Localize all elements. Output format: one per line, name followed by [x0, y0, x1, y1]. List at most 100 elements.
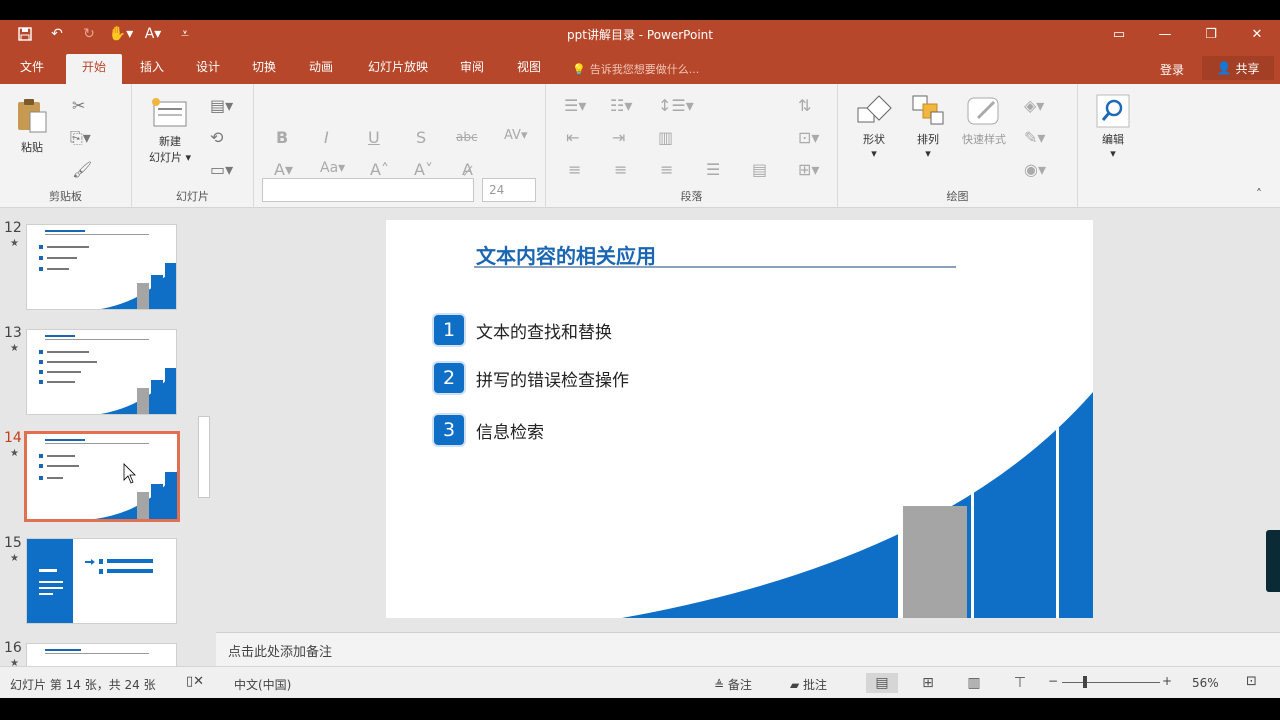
- editing-button[interactable]: 编辑 ▾: [1092, 94, 1134, 160]
- section-icon[interactable]: ▭▾: [210, 160, 233, 179]
- tab-transitions[interactable]: 切换: [244, 54, 284, 84]
- numbering-icon[interactable]: ☷▾: [610, 96, 632, 115]
- bold-icon[interactable]: B: [276, 128, 288, 147]
- increase-indent-icon[interactable]: ⇥: [612, 128, 625, 147]
- reset-icon[interactable]: ⟲: [210, 128, 223, 147]
- arrange-icon: [912, 95, 944, 125]
- list-item[interactable]: 1 文本的查找和替换: [434, 315, 612, 345]
- normal-view-icon[interactable]: ▤: [866, 673, 898, 693]
- slide-thumbnail-16[interactable]: [26, 643, 177, 666]
- collapse-ribbon-icon[interactable]: ˄: [1256, 187, 1262, 201]
- close-icon[interactable]: ✕: [1234, 20, 1280, 48]
- fit-to-window-icon[interactable]: ⊡: [1246, 674, 1257, 689]
- cut-icon[interactable]: ✂: [72, 96, 85, 115]
- font-color-icon[interactable]: A▾: [274, 160, 293, 179]
- shapes-button[interactable]: 形状 ▾: [852, 94, 896, 160]
- slide-thumbnail-13[interactable]: [26, 329, 177, 415]
- list-item[interactable]: 3 信息检索: [434, 415, 544, 445]
- tab-animations[interactable]: 动画: [301, 54, 341, 84]
- slide-thumbnail-15[interactable]: [26, 538, 177, 624]
- reading-view-icon[interactable]: ▥: [958, 673, 990, 693]
- restore-icon[interactable]: ❐: [1188, 20, 1234, 48]
- change-case-icon[interactable]: Aa▾: [320, 160, 345, 176]
- tab-design[interactable]: 设计: [188, 54, 228, 84]
- tell-me-text: 告诉我您想要做什么...: [589, 63, 700, 76]
- format-painter-brush-icon[interactable]: 🖌: [72, 160, 92, 179]
- paste-label: 粘贴: [21, 141, 43, 154]
- zoom-level[interactable]: 56%: [1192, 676, 1219, 690]
- smartart-icon[interactable]: ⊞▾: [798, 160, 819, 179]
- slide-thumbnail-14[interactable]: [24, 431, 180, 522]
- spellcheck-icon[interactable]: ▯✕: [186, 674, 204, 689]
- italic-icon[interactable]: I: [324, 128, 329, 147]
- share-button[interactable]: 👤 共享: [1202, 56, 1274, 80]
- slideshow-view-icon[interactable]: ⊤: [1004, 673, 1036, 693]
- align-center-icon[interactable]: ≡: [614, 160, 627, 179]
- number-badge: 3: [434, 415, 464, 445]
- zoom-out-button[interactable]: −: [1048, 674, 1058, 688]
- tab-slideshow[interactable]: 幻灯片放映: [362, 54, 434, 84]
- quick-styles-button[interactable]: 快速样式: [954, 94, 1014, 147]
- justify-icon[interactable]: ☰: [706, 160, 720, 179]
- ribbon-display-icon[interactable]: ▭: [1096, 20, 1142, 48]
- status-bar: 幻灯片 第 14 张，共 24 张 ▯✕ 中文(中国) ≜ 备注 ▰ 批注 ▤ …: [0, 666, 1280, 698]
- align-right-icon[interactable]: ≡: [660, 160, 673, 179]
- strikethrough-icon[interactable]: abc: [456, 130, 478, 144]
- zoom-slider[interactable]: [1062, 682, 1160, 683]
- sign-in-link[interactable]: 登录: [1160, 61, 1184, 78]
- minimize-icon[interactable]: —: [1142, 20, 1188, 48]
- scrollbar-thumb[interactable]: [198, 416, 210, 498]
- shape-fill-icon[interactable]: ◈▾: [1024, 96, 1044, 115]
- tab-insert[interactable]: 插入: [132, 54, 172, 84]
- tab-view[interactable]: 视图: [509, 54, 549, 84]
- columns-icon[interactable]: ▥: [658, 128, 673, 147]
- letterbox-bottom: [0, 698, 1280, 720]
- shrink-font-icon[interactable]: A˅: [414, 160, 433, 179]
- thumbnail-scrollbar[interactable]: [196, 208, 214, 666]
- underline-icon[interactable]: U: [368, 128, 380, 147]
- comments-toggle[interactable]: ▰ 批注: [790, 676, 827, 693]
- notes-toggle[interactable]: ≜ 备注: [714, 676, 752, 693]
- current-slide[interactable]: 文本内容的相关应用 1 文本的查找和替换 2 拼写的错误检查操作 3 信息检索: [386, 220, 1093, 618]
- grow-font-icon[interactable]: A˄: [370, 160, 389, 179]
- new-slide-button[interactable]: 新建 幻灯片 ▾: [144, 96, 196, 165]
- tab-review[interactable]: 审阅: [452, 54, 492, 84]
- share-label: 共享: [1235, 61, 1260, 76]
- notes-pane[interactable]: 点击此处添加备注: [216, 632, 1280, 666]
- shape-effects-icon[interactable]: ◉▾: [1024, 160, 1046, 179]
- bullets-icon[interactable]: ☰▾: [564, 96, 586, 115]
- window-title: ppt讲解目录 - PowerPoint: [567, 28, 713, 42]
- list-item[interactable]: 2 拼写的错误检查操作: [434, 363, 629, 393]
- slide-thumbnail-12[interactable]: [26, 224, 177, 310]
- align-text-icon[interactable]: ⊡▾: [798, 128, 819, 147]
- group-paragraph: ☰▾ ☷▾ ↕☰▾ ⇅ ⇤ ⇥ ▥ ⊡▾ ≡ ≡ ≡ ☰ ▤ ⊞▾ 段落: [546, 84, 838, 208]
- arrange-button[interactable]: 排列 ▾: [906, 94, 950, 160]
- paste-button[interactable]: 粘贴: [10, 96, 54, 155]
- decrease-indent-icon[interactable]: ⇤: [566, 128, 579, 147]
- text-direction-icon[interactable]: ⇅: [798, 96, 811, 115]
- tab-file[interactable]: 文件: [12, 54, 52, 84]
- align-left-icon[interactable]: ≡: [568, 160, 581, 179]
- zoom-in-button[interactable]: +: [1162, 674, 1172, 688]
- shape-outline-icon[interactable]: ✎▾: [1024, 128, 1045, 147]
- shadow-icon[interactable]: S: [416, 128, 426, 147]
- copy-icon[interactable]: ⎘▾: [70, 128, 91, 148]
- language-indicator[interactable]: 中文(中国): [234, 676, 291, 693]
- clear-format-icon[interactable]: A̷: [462, 160, 473, 179]
- slide-title[interactable]: 文本内容的相关应用: [476, 240, 656, 269]
- side-widget[interactable]: [1266, 530, 1280, 592]
- layout-icon[interactable]: ▤▾: [210, 96, 233, 115]
- font-size-box[interactable]: 24: [482, 178, 536, 202]
- list-item-label: 信息检索: [476, 422, 544, 443]
- number-badge: 1: [434, 315, 464, 345]
- thumb-graphic: [39, 439, 177, 519]
- tab-home[interactable]: 开始: [66, 54, 122, 84]
- char-spacing-icon[interactable]: AV▾: [504, 128, 527, 143]
- editing-dropdown-icon: ▾: [1110, 147, 1116, 160]
- slide-sorter-icon[interactable]: ⊞: [912, 673, 944, 693]
- font-name-box[interactable]: [262, 178, 474, 202]
- line-spacing-icon[interactable]: ↕☰▾: [658, 96, 694, 115]
- tell-me-box[interactable]: 💡 告诉我您想要做什么...: [572, 61, 699, 77]
- zoom-slider-thumb[interactable]: [1083, 676, 1087, 688]
- distributed-icon[interactable]: ▤: [752, 160, 767, 179]
